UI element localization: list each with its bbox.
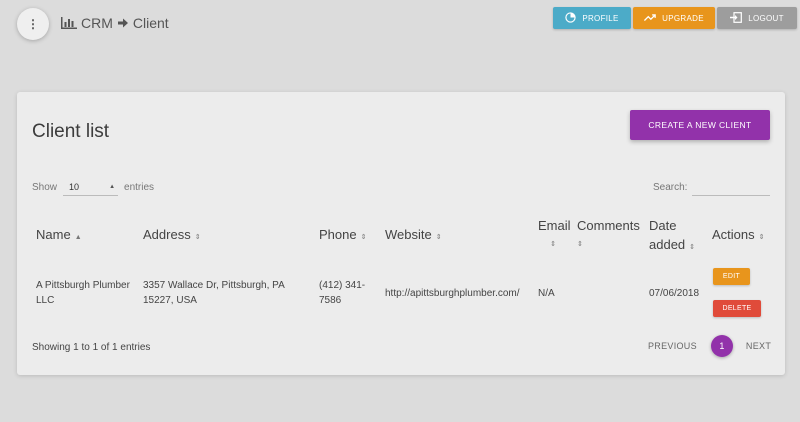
cell-address: 3357 Wallace Dr, Pittsburgh, PA 15227, U… (143, 278, 285, 308)
client-list-card: Client list CREATE A NEW CLIENT Show 10 … (17, 92, 785, 375)
column-header-date-added[interactable]: Date added ⇕ (649, 216, 695, 257)
menu-button[interactable]: ⋮ (17, 8, 49, 40)
top-actions: PROFILE UPGRADE LOGOUT (553, 7, 797, 29)
breadcrumb-root[interactable]: CRM (81, 15, 113, 31)
edit-button[interactable]: EDIT (713, 268, 750, 285)
cell-phone-line2: 7586 (319, 295, 342, 306)
column-header-label: Address (143, 227, 191, 242)
cell-name: A Pittsburgh Plumber LLC (36, 278, 130, 308)
column-header-email[interactable]: Email ⇕ (538, 216, 571, 254)
sort-asc-icon: ▲ (74, 234, 82, 241)
delete-button[interactable]: DELETE (713, 300, 761, 317)
logout-label: LOGOUT (748, 13, 784, 23)
cell-website[interactable]: http://apittsburghplumber.com/ (385, 286, 520, 301)
column-header-label: Phone (319, 227, 357, 242)
page-title: Client list (32, 121, 110, 142)
cell-phone-line1: (412) 341- (319, 280, 366, 291)
next-page-button[interactable]: NEXT (746, 341, 771, 351)
column-header-label-line1: Date (649, 218, 677, 233)
column-header-comments[interactable]: Comments ⇕ (577, 216, 640, 254)
cell-name-line2: LLC (36, 295, 55, 306)
create-client-button[interactable]: CREATE A NEW CLIENT (630, 110, 770, 140)
breadcrumb-current: Client (132, 15, 169, 31)
entries-length-control: Show 10 ▲ entries (32, 178, 154, 196)
cell-phone: (412) 341- 7586 (319, 278, 365, 308)
column-header-label: Actions (712, 227, 755, 242)
sort-both-icon: ⇕ (360, 234, 367, 241)
column-header-name[interactable]: Name ▲ (36, 225, 82, 247)
logout-icon (730, 11, 743, 25)
column-header-website[interactable]: Website ⇕ (385, 225, 442, 247)
column-header-phone[interactable]: Phone ⇕ (319, 225, 366, 247)
column-header-address[interactable]: Address ⇕ (143, 225, 201, 247)
sort-both-icon: ⇕ (758, 234, 765, 241)
column-header-label-line2: added (649, 237, 686, 252)
trending-up-icon (644, 13, 656, 24)
pagination: PREVIOUS 1 NEXT (648, 335, 771, 357)
sort-both-icon: ⇕ (550, 241, 556, 248)
arrow-right-icon (117, 17, 129, 29)
profile-label: PROFILE (582, 13, 619, 23)
cell-email: N/A (538, 288, 555, 299)
column-header-label: Comments (577, 218, 640, 233)
search-input[interactable] (692, 178, 771, 196)
bar-chart-icon (61, 17, 77, 29)
table-info: Showing 1 to 1 of 1 entries (32, 342, 151, 353)
cell-address-line1: 3357 Wallace Dr, Pittsburgh, PA (143, 280, 285, 291)
entries-select-value: 10 (69, 181, 80, 192)
column-header-label: Email (538, 218, 571, 233)
page-1-button[interactable]: 1 (710, 335, 733, 357)
upgrade-label: UPGRADE (662, 13, 704, 23)
entries-select[interactable]: 10 ▲ (63, 178, 119, 196)
show-label: Show (32, 181, 58, 193)
logout-button[interactable]: LOGOUT (717, 7, 797, 29)
profile-button[interactable]: PROFILE (553, 7, 631, 29)
search-control: Search: (653, 178, 771, 196)
column-header-label: Website (385, 227, 432, 242)
sort-both-icon: ⇕ (577, 241, 583, 248)
cell-name-line1: A Pittsburgh Plumber (36, 280, 130, 291)
search-label: Search: (653, 181, 688, 193)
cell-address-line2: 15227, USA (143, 295, 197, 306)
select-arrows-icon: ▲ (109, 183, 116, 190)
sort-both-icon: ⇕ (194, 234, 201, 241)
entries-label: entries (124, 181, 155, 193)
sort-both-icon: ⇕ (435, 234, 442, 241)
previous-page-button[interactable]: PREVIOUS (648, 341, 697, 351)
column-header-actions[interactable]: Actions ⇕ (712, 225, 765, 247)
sort-both-icon: ⇕ (689, 244, 696, 251)
upgrade-button[interactable]: UPGRADE (633, 7, 715, 29)
cell-date-added: 07/06/2018 (649, 288, 700, 299)
more-vert-icon: ⋮ (27, 17, 39, 31)
column-header-label: Name (36, 227, 71, 242)
profile-icon (565, 11, 577, 25)
breadcrumb: CRM Client (61, 15, 169, 31)
